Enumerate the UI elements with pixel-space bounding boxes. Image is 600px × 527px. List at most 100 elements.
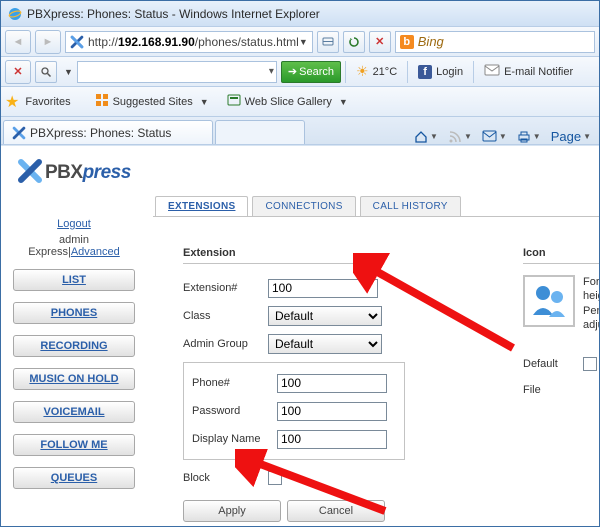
pbx-favicon-icon [70, 35, 84, 49]
people-icon [523, 275, 575, 327]
display-name-input[interactable] [277, 430, 387, 449]
sidebar-item-music-on-hold[interactable]: MUSIC ON HOLD [13, 368, 135, 390]
icon-file-label: File [523, 384, 583, 396]
logo-x-icon [17, 158, 43, 187]
address-dropdown-icon[interactable]: ▼ [299, 37, 308, 47]
favorites-star-icon[interactable]: ★ [5, 92, 19, 112]
icon-fields: Default File [523, 351, 597, 403]
sidebar-item-list[interactable]: LIST [13, 269, 135, 291]
page-menu-button[interactable]: Page▼ [551, 129, 591, 144]
ie-icon [7, 6, 23, 22]
x-button[interactable]: ✕ [5, 60, 31, 84]
chevron-down-icon: ▼ [200, 97, 209, 107]
back-button[interactable]: ◄ [5, 30, 31, 54]
browser-window: PBXpress: Phones: Status - Windows Inter… [0, 0, 600, 527]
close-icon: ✕ [375, 35, 384, 48]
email-notifier-button[interactable]: E-mail Notifier [478, 60, 579, 84]
suggested-label: Suggested Sites [113, 96, 193, 108]
stop-button[interactable]: ✕ [369, 31, 391, 53]
tab-label: PBXpress: Phones: Status [30, 126, 171, 140]
fb-login-button[interactable]: f Login [412, 60, 469, 84]
suggested-icon [95, 93, 109, 110]
chevron-down-icon: ▼ [339, 97, 348, 107]
admin-group-select[interactable]: Default [268, 334, 382, 354]
logout-link[interactable]: Logout [13, 218, 135, 230]
webslice-label: Web Slice Gallery [245, 96, 332, 108]
browser-tab[interactable]: PBXpress: Phones: Status [3, 120, 213, 144]
current-user: admin [13, 234, 135, 246]
login-label: Login [436, 66, 463, 78]
tab-extensions[interactable]: EXTENSIONS [155, 196, 248, 216]
sidebar: Logout admin Express|Advanced LIST PHONE… [13, 214, 135, 489]
mail-icon [484, 62, 500, 81]
web-slice-button[interactable]: Web Slice Gallery ▼ [221, 90, 354, 114]
mail-button[interactable]: ▼ [482, 130, 507, 143]
sidebar-item-follow-me[interactable]: FOLLOW ME [13, 434, 135, 456]
favorites-label[interactable]: Favorites [25, 96, 70, 108]
home-button[interactable]: ▼ [414, 130, 438, 144]
password-input[interactable] [277, 402, 387, 421]
block-checkbox[interactable] [268, 471, 282, 485]
phone-subsection: Phone# Password Display Name [183, 362, 405, 460]
browser-tab-strip: PBXpress: Phones: Status ▼ ▼ ▼ ▼ Page▼ [1, 117, 599, 145]
icon-default-label: Default [523, 358, 583, 370]
page-label: Page [551, 129, 581, 144]
magnifier-button[interactable] [35, 61, 57, 83]
favorites-bar: ★ Favorites Suggested Sites ▼ Web Slice … [1, 87, 599, 117]
compat-button[interactable] [317, 31, 339, 53]
window-title: PBXpress: Phones: Status - Windows Inter… [27, 7, 320, 21]
admin-group-label: Admin Group [183, 338, 268, 350]
sidebar-item-voicemail[interactable]: VOICEMAIL [13, 401, 135, 423]
extensions-toolbar: ✕ ▼ ▾ ➔ Search ☀ 21°C f Login E-mail Not… [1, 57, 599, 87]
phone-input[interactable] [277, 374, 387, 393]
facebook-icon: f [418, 65, 432, 79]
password-label: Password [192, 405, 277, 417]
url-host: 192.168.91.90 [118, 35, 195, 49]
address-toolbar: ◄ ► http://192.168.91.90/phones/status.h… [1, 27, 599, 57]
search-button[interactable]: ➔ Search [281, 61, 341, 83]
pbx-favicon-icon [12, 126, 26, 140]
icon-default-checkbox[interactable] [583, 357, 597, 371]
weather-icon: ☀ [356, 63, 369, 80]
sidebar-item-queues[interactable]: QUEUES [13, 467, 135, 489]
extension-form: Extension Extension# Class Default Admin… [153, 217, 599, 526]
apply-button[interactable]: Apply [183, 500, 281, 522]
refresh-button[interactable] [343, 31, 365, 53]
cancel-button[interactable]: Cancel [287, 500, 385, 522]
class-label: Class [183, 310, 268, 322]
weather-widget[interactable]: ☀ 21°C [350, 60, 403, 84]
search-provider-label: Bing [418, 34, 444, 49]
titlebar: PBXpress: Phones: Status - Windows Inter… [1, 1, 599, 27]
tab-call-history[interactable]: CALL HISTORY [360, 196, 461, 216]
section-extension-title: Extension [183, 247, 383, 264]
url-path: /phones/status.html [195, 35, 299, 49]
feeds-button[interactable]: ▼ [448, 130, 472, 144]
search-provider-box[interactable]: b Bing [395, 31, 595, 53]
suggested-sites-button[interactable]: Suggested Sites ▼ [89, 90, 215, 114]
advanced-link[interactable]: Advanced [71, 246, 120, 258]
display-name-label: Display Name [192, 433, 277, 445]
dropdown-icon[interactable]: ▼ [64, 67, 73, 77]
pbxpress-logo: PBXpress [17, 158, 131, 187]
icon-format-description: Format: PNG, GIF or JPEG. Size: height u… [583, 275, 599, 332]
command-bar: ▼ ▼ ▼ ▼ Page▼ [414, 129, 597, 144]
forward-button[interactable]: ► [35, 30, 61, 54]
tab-connections[interactable]: CONNECTIONS [252, 196, 355, 216]
print-button[interactable]: ▼ [517, 130, 541, 144]
new-tab[interactable] [215, 120, 305, 144]
icon-preview-area: Format: PNG, GIF or JPEG. Size: height u… [523, 275, 599, 332]
class-select[interactable]: Default [268, 306, 382, 326]
go-arrow-icon: ➔ [288, 65, 297, 78]
extension-input[interactable] [268, 279, 378, 298]
search-label: Search [299, 66, 334, 78]
sidebar-item-phones[interactable]: PHONES [13, 302, 135, 324]
address-bar[interactable]: http://192.168.91.90/phones/status.html … [65, 31, 313, 53]
mode-switch: Express|Advanced [13, 246, 135, 258]
search-dropdown[interactable]: ▾ [77, 61, 277, 83]
phone-label: Phone# [192, 377, 277, 389]
page-tabs: EXTENSIONS CONNECTIONS CALL HISTORY [153, 196, 599, 217]
sidebar-item-recording[interactable]: RECORDING [13, 335, 135, 357]
weather-temp: 21°C [373, 66, 398, 78]
email-label: E-mail Notifier [504, 66, 573, 78]
block-label: Block [183, 472, 268, 484]
